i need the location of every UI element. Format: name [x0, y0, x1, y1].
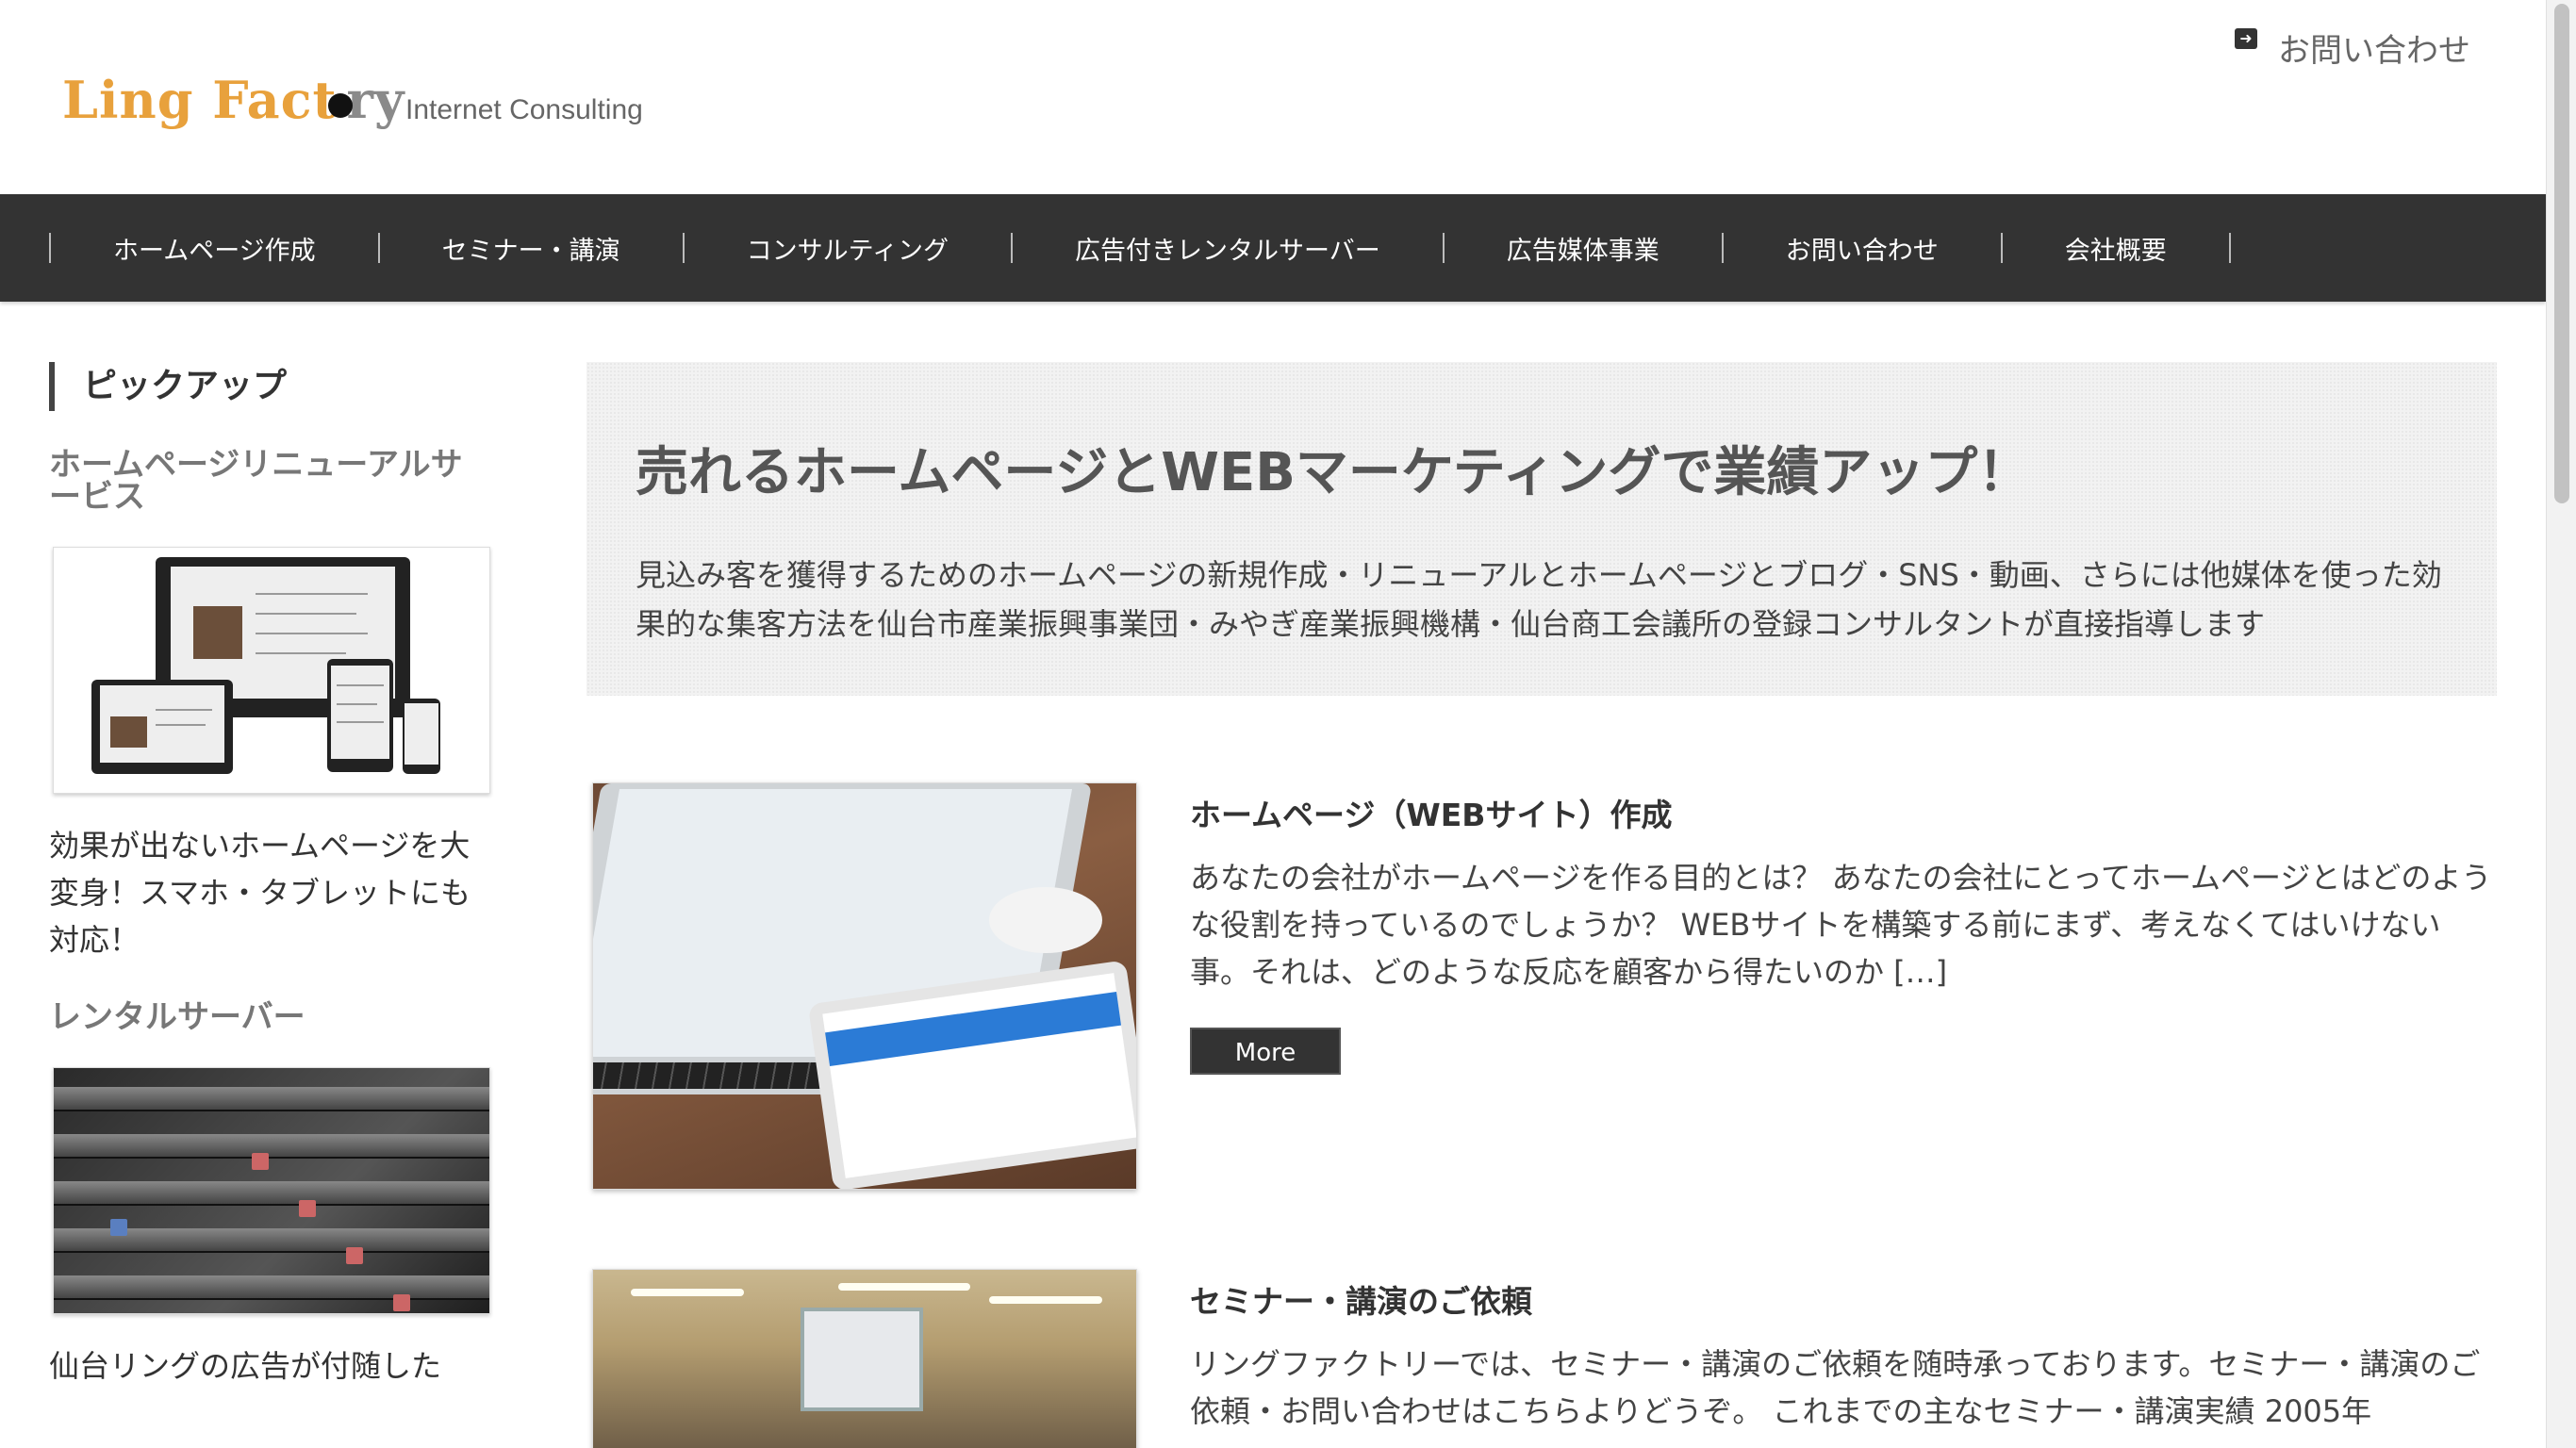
article-title[interactable]: セミナー・講演のご依頼	[1190, 1276, 1532, 1322]
seminar-room-image[interactable]	[592, 1269, 1137, 1448]
page-scrollbar[interactable]	[2546, 0, 2576, 1448]
article-title[interactable]: ホームページ（WEBサイト）作成	[1190, 790, 1672, 835]
sidebar: ピックアップ ホームページリニューアルサービス 効果が出ないホームページを大変身…	[49, 362, 490, 1390]
nav-item-contact[interactable]: お問い合わせ	[1721, 233, 2001, 266]
article-card: ホームページ（WEBサイト）作成 あなたの会社がホームページを作る目的とは？ あ…	[592, 782, 2497, 1197]
nav-item-consulting[interactable]: コンサルティング	[682, 233, 1011, 266]
site-header: Ling Fact ry Internet Consulting ➜ お問い合わせ	[0, 0, 2546, 194]
hero-title: 売れるホームページとWEBマーケティングで業績アップ！	[636, 442, 2031, 503]
responsive-devices-image[interactable]	[53, 547, 490, 794]
phone-large-shape	[327, 659, 393, 772]
sidebar-item-heading[interactable]: レンタルサーバー	[49, 1001, 490, 1033]
site-tagline: Internet Consulting	[405, 94, 643, 125]
article-card: セミナー・講演のご依頼 リングファクトリーでは、セミナー・講演のご依頼を随時承っ…	[592, 1269, 2497, 1448]
sidebar-item-text: 仙台リングの広告が付随した	[49, 1348, 442, 1384]
nav-item-rental-server[interactable]: 広告付きレンタルサーバー	[1011, 233, 1443, 266]
article-excerpt: あなたの会社がホームページを作る目的とは？ あなたの会社にとってホームページとは…	[1190, 860, 2492, 990]
external-link-icon: ➜	[2235, 27, 2257, 49]
tablet-shape	[91, 680, 233, 774]
scrollbar-thumb[interactable]	[2554, 4, 2569, 503]
global-nav: ホームページ作成 セミナー・講演 コンサルティング 広告付きレンタルサーバー 広…	[0, 194, 2546, 302]
sidebar-item-heading[interactable]: ホームページリニューアルサービス	[49, 449, 490, 513]
laptop-tablet-image[interactable]	[592, 782, 1137, 1190]
logo-wordmark-end: ry	[346, 70, 405, 130]
logo-wordmark: Ling Fact	[62, 70, 338, 130]
nav-item-seminar[interactable]: セミナー・講演	[377, 233, 683, 266]
hero-text: 見込み客を獲得するためのホームページの新規作成・リニューアルとホームページとブロ…	[636, 557, 2442, 642]
nav-item-company[interactable]: 会社概要	[2000, 233, 2231, 266]
header-contact-link[interactable]: ➜ お問い合わせ	[2235, 25, 2470, 71]
sidebar-item-text: 効果が出ないホームページを大変身！スマホ・タブレットにも対応！	[49, 828, 471, 958]
server-rack-image[interactable]	[53, 1067, 490, 1314]
article-excerpt: リングファクトリーでは、セミナー・講演のご依頼を随時承っております。セミナー・講…	[1190, 1346, 2481, 1429]
nav-item-ad-media[interactable]: 広告媒体事業	[1442, 233, 1722, 266]
header-contact-label: お問い合わせ	[2278, 32, 2470, 70]
more-button[interactable]: More	[1190, 1028, 1341, 1075]
sidebar-title: ピックアップ	[49, 362, 490, 411]
logo-dot-icon	[327, 93, 353, 118]
site-logo[interactable]: Ling Fact ry	[62, 62, 405, 138]
hero-banner: 売れるホームページとWEBマーケティングで業績アップ！ 見込み客を獲得するための…	[586, 362, 2497, 696]
nav-item-homepage[interactable]: ホームページ作成	[49, 233, 378, 266]
phone-small-shape	[403, 699, 440, 774]
